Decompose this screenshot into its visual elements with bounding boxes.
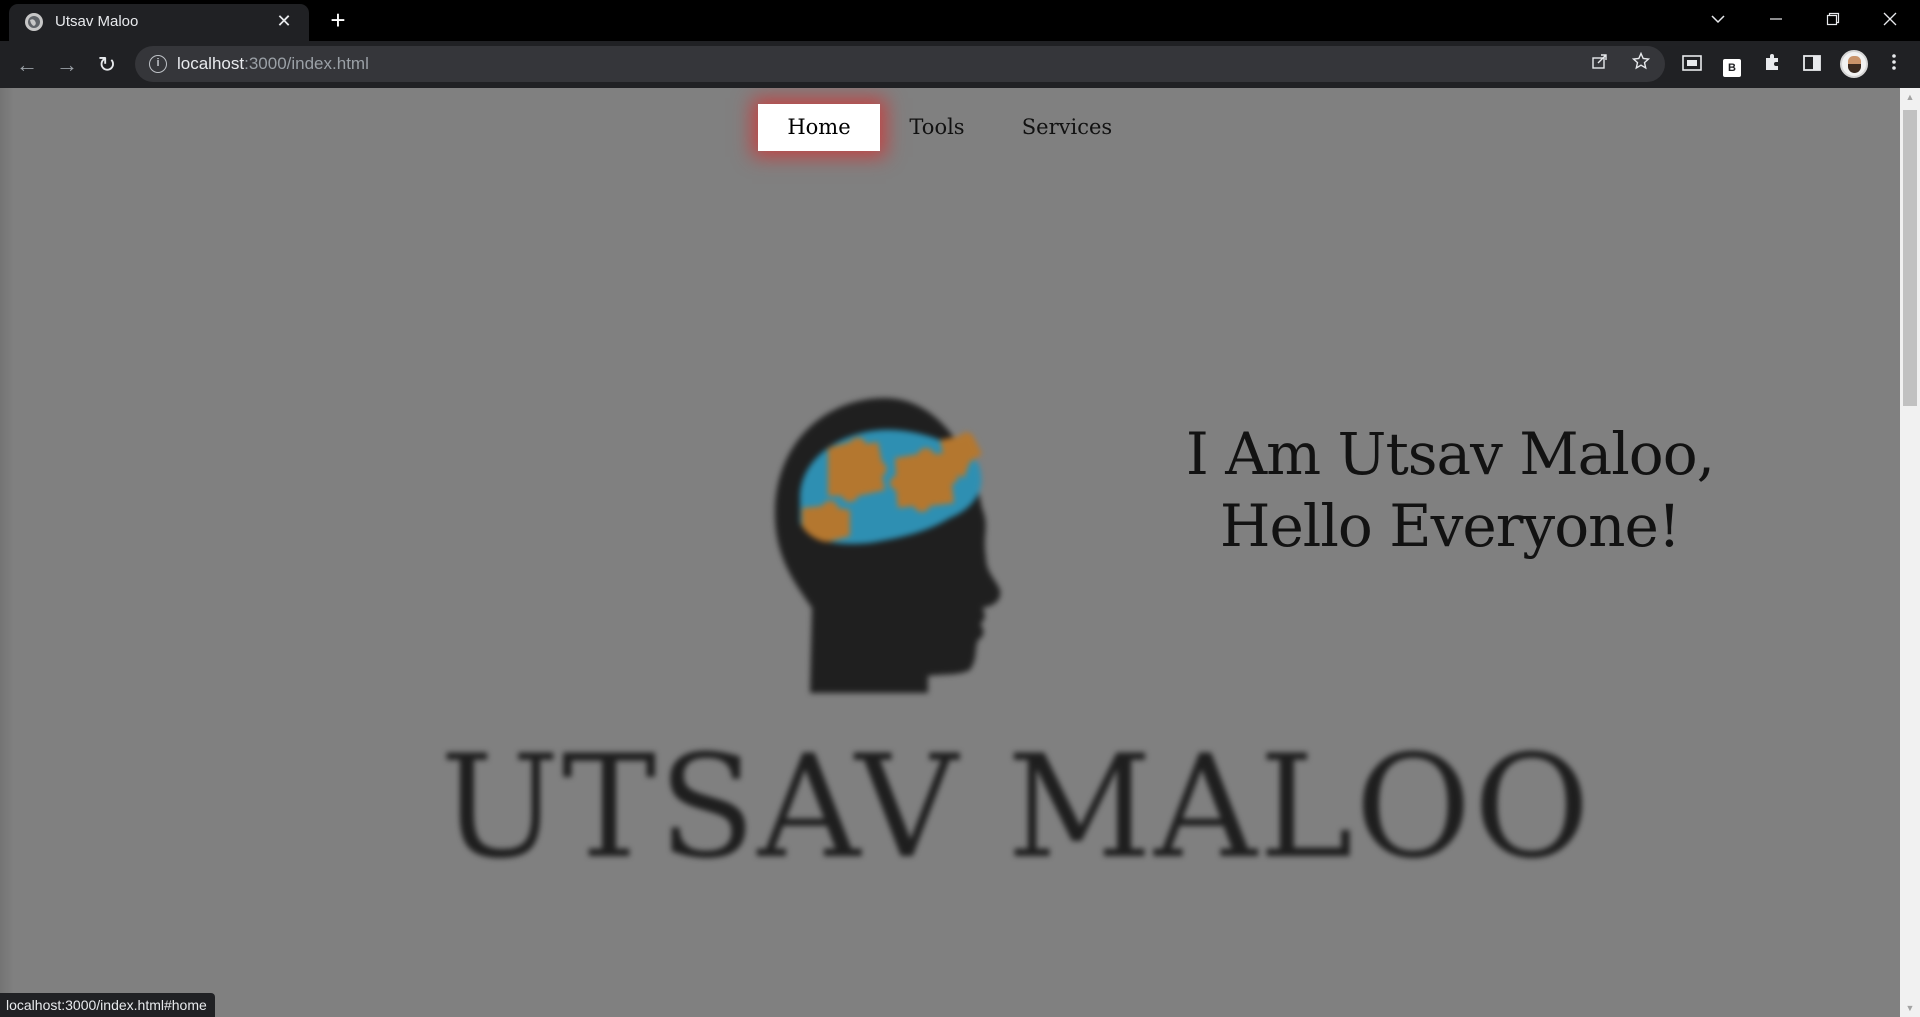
new-tab-button[interactable]: + xyxy=(324,6,352,34)
tab-title: Utsav Maloo xyxy=(55,13,139,30)
share-icon[interactable] xyxy=(1588,52,1612,76)
scroll-down-arrow-icon[interactable]: ▼ xyxy=(1900,999,1920,1017)
address-bar[interactable]: i localhost:3000/index.html xyxy=(135,46,1665,82)
extension-b-icon[interactable]: B xyxy=(1720,53,1744,77)
reload-icon[interactable]: ↻ xyxy=(91,49,123,81)
page-scrollbar[interactable]: ▲ ▼ xyxy=(1900,88,1920,1017)
scrollbar-thumb[interactable] xyxy=(1903,110,1917,406)
address-url[interactable]: localhost:3000/index.html xyxy=(177,54,369,74)
nav-home-link[interactable]: Home xyxy=(758,104,880,151)
hero-line-1: I Am Utsav Maloo, xyxy=(1185,420,1715,488)
nav-services-link[interactable]: Services xyxy=(1012,104,1122,151)
globe-icon xyxy=(25,13,43,31)
extension-b-badge: B xyxy=(1723,59,1741,77)
back-icon[interactable]: ← xyxy=(11,49,43,81)
extensions-puzzle-icon[interactable] xyxy=(1760,53,1784,77)
logo-wordmark: UTSAV MALOO xyxy=(440,725,1592,890)
bookmark-star-icon[interactable] xyxy=(1629,51,1653,76)
restore-icon[interactable] xyxy=(1810,0,1856,38)
tab-close-icon[interactable]: ✕ xyxy=(273,10,295,32)
site-nav: Home Tools Services xyxy=(0,88,1900,178)
browser-tab-strip: Utsav Maloo ✕ + xyxy=(0,0,1920,41)
address-host: localhost xyxy=(177,54,245,73)
picture-in-picture-icon[interactable] xyxy=(1680,53,1704,77)
address-path: :3000/index.html xyxy=(244,54,369,73)
nav-tools-link[interactable]: Tools xyxy=(894,104,980,151)
tab-search-icon[interactable] xyxy=(1695,0,1741,38)
minimize-icon[interactable] xyxy=(1753,0,1799,38)
browser-menu-icon[interactable] xyxy=(1882,53,1906,77)
browser-tab[interactable]: Utsav Maloo ✕ xyxy=(9,4,309,41)
scroll-up-arrow-icon[interactable]: ▲ xyxy=(1900,88,1920,106)
window-close-icon[interactable] xyxy=(1867,0,1913,38)
avatar-beard xyxy=(1848,64,1861,73)
profile-avatar[interactable] xyxy=(1840,50,1868,78)
page-left-shadow xyxy=(0,88,14,1017)
site-info-icon[interactable]: i xyxy=(149,55,167,73)
page-viewport: Home Tools Services UTSAV MALOO I Am Uts… xyxy=(0,88,1900,1017)
browser-toolbar: ← → ↻ i localhost:3000/index.html B xyxy=(0,41,1920,88)
forward-icon[interactable]: → xyxy=(51,49,83,81)
side-panel-icon[interactable] xyxy=(1800,53,1824,77)
hero-heading: I Am Utsav Maloo, Hello Everyone! xyxy=(1140,418,1760,562)
link-status-bar: localhost:3000/index.html#home xyxy=(0,993,215,1017)
hero-line-2: Hello Everyone! xyxy=(1219,492,1681,560)
